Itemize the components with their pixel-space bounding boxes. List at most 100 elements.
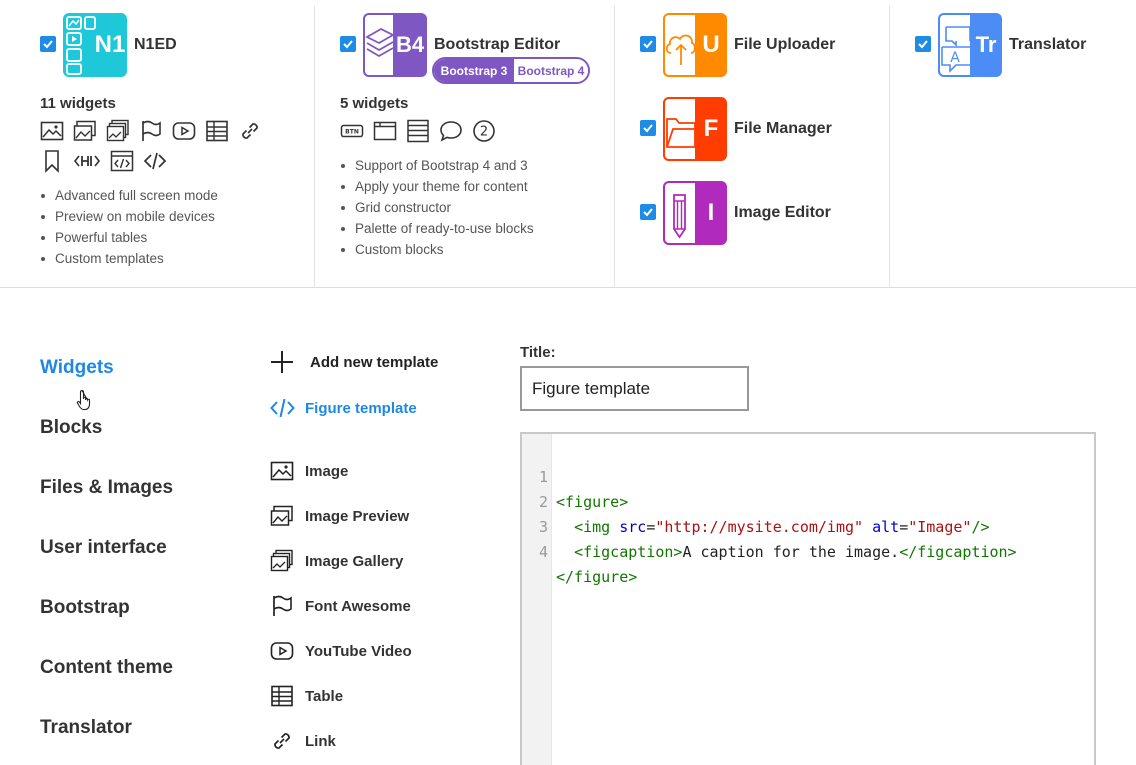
menu-item-files-images[interactable]: Files & Images: [40, 477, 173, 499]
bootstrap-name: Bootstrap Editor: [434, 36, 561, 53]
n1ed-checkbox[interactable]: [40, 36, 56, 52]
menu-item-widgets[interactable]: Widgets: [40, 357, 114, 379]
translator-logo-subtext: A: [950, 50, 960, 66]
n1ed-logo: N1: [63, 13, 127, 77]
widget-item-youtube-video[interactable]: YouTube Video: [270, 639, 412, 663]
code-line: 2 <img src="http://mysite.com/img" alt="…: [522, 465, 1094, 536]
link-icon: [270, 729, 294, 753]
title-input[interactable]: [520, 366, 749, 411]
n1ed-name: N1ED: [134, 36, 177, 53]
bootstrap-checkbox[interactable]: [340, 36, 356, 52]
image-editor-checkbox[interactable]: [640, 204, 656, 220]
feature-item: Custom blocks: [340, 239, 534, 260]
plus-icon: [271, 351, 293, 373]
html-icon: [110, 149, 134, 173]
menu-item-user-interface[interactable]: User interface: [40, 537, 167, 559]
bootstrap-3-badge: Bootstrap 3: [434, 59, 514, 82]
widget-label: YouTube Video: [305, 642, 412, 660]
title-label: Title:: [520, 344, 556, 361]
bootstrap-version-badge: Bootstrap 3 Bootstrap 4: [432, 57, 590, 84]
feature-item: Palette of ready-to-use blocks: [340, 218, 534, 239]
panel-icon: [373, 119, 397, 143]
feature-item: Custom templates: [40, 248, 218, 269]
file-uploader-logo-text: U: [702, 31, 720, 58]
feature-item: Advanced full screen mode: [40, 185, 218, 206]
bookmark-icon: [40, 149, 64, 173]
widget-item-table[interactable]: Table: [270, 684, 343, 708]
feature-item: Powerful tables: [40, 227, 218, 248]
widget-label: Font Awesome: [305, 597, 411, 615]
figure-template-label: Figure template: [305, 399, 417, 417]
widget-label: Image: [305, 462, 349, 480]
column-divider: [314, 6, 315, 288]
column-divider: [889, 6, 890, 288]
youtube-icon: [270, 639, 294, 663]
button-icon: BTN: [340, 119, 364, 143]
menu-item-blocks[interactable]: Blocks: [40, 417, 102, 439]
code-line: 3 <figcaption>A caption for the image.</…: [522, 490, 1094, 561]
feature-item: Grid constructor: [340, 197, 534, 218]
figure-template-item[interactable]: Figure template: [270, 397, 417, 419]
n1ed-icons-row-1: [40, 119, 271, 143]
plugins-panel: N1 N1ED 11 widgets Advanced full screen …: [0, 0, 1136, 288]
translator-logo: A Tr: [938, 13, 1002, 77]
number-badge-text: 2: [480, 125, 488, 140]
widget-item-link[interactable]: Link: [270, 729, 336, 753]
code-icon: [143, 149, 167, 173]
hand-cursor-icon: [76, 389, 91, 411]
code-icon: [270, 398, 295, 418]
image-preview-icon: [73, 119, 97, 143]
number-badge-icon: 2: [472, 119, 496, 143]
bootstrap-features: Support of Bootstrap 4 and 3 Apply your …: [340, 155, 534, 260]
menu-item-translator[interactable]: Translator: [40, 717, 132, 739]
bootstrap-4-badge: Bootstrap 4: [514, 59, 588, 82]
image-gallery-icon: [270, 549, 294, 573]
image-editor-logo-text: I: [707, 199, 715, 226]
feature-item: Support of Bootstrap 4 and 3: [340, 155, 534, 176]
code-text: <figcaption>A caption for the image.</fi…: [574, 543, 1017, 561]
widget-label: Image Gallery: [305, 552, 404, 570]
youtube-icon: [172, 119, 196, 143]
add-template-button[interactable]: Add new template: [270, 350, 438, 374]
n1ed-icons-row-2: [40, 149, 176, 173]
image-preview-icon: [270, 504, 294, 528]
image-gallery-icon: [106, 119, 130, 143]
code-editor[interactable]: 1 <figure> 2 <img src="http://mysite.com…: [520, 432, 1096, 765]
column-divider: [614, 6, 615, 288]
n1ed-logo-text: N1: [94, 31, 126, 58]
button-icon-text: BTN: [345, 129, 359, 136]
file-uploader-name: File Uploader: [734, 36, 836, 53]
widget-item-image[interactable]: Image: [270, 459, 348, 483]
translator-name: Translator: [1009, 36, 1087, 53]
file-manager-name: File Manager: [734, 120, 832, 137]
code-line: 4 </figure>: [522, 515, 1094, 586]
add-template-label: Add new template: [310, 353, 439, 371]
widget-item-image-preview[interactable]: Image Preview: [270, 504, 409, 528]
line-number: 4: [538, 543, 548, 561]
file-manager-checkbox[interactable]: [640, 120, 656, 136]
widget-item-image-gallery[interactable]: Image Gallery: [270, 549, 403, 573]
code-line: 1 <figure>: [522, 440, 1094, 511]
widget-label: Link: [305, 732, 336, 750]
table-icon: [205, 119, 229, 143]
widget-label: Table: [305, 687, 344, 705]
heading-icon: [73, 149, 101, 173]
bootstrap-icons-row: BTN 2: [340, 119, 505, 143]
file-uploader-checkbox[interactable]: [640, 36, 656, 52]
menu-item-bootstrap[interactable]: Bootstrap: [40, 597, 130, 619]
code-text: </figure>: [556, 568, 638, 586]
file-manager-logo: F: [663, 97, 727, 161]
menu-item-content-theme[interactable]: Content theme: [40, 657, 173, 679]
file-manager-logo-text: F: [703, 115, 719, 142]
comment-icon: [439, 119, 463, 143]
image-icon: [270, 459, 294, 483]
list-group-icon: [406, 119, 430, 143]
widget-item-font-awesome[interactable]: Font Awesome: [270, 594, 411, 618]
link-icon: [238, 119, 262, 143]
table-icon: [270, 684, 294, 708]
translator-checkbox[interactable]: [915, 36, 931, 52]
bootstrap-widget-count: 5 widgets: [340, 95, 409, 112]
flag-icon: [270, 594, 294, 618]
bootstrap-logo: B4: [363, 13, 427, 77]
image-editor-logo: I: [663, 181, 727, 245]
